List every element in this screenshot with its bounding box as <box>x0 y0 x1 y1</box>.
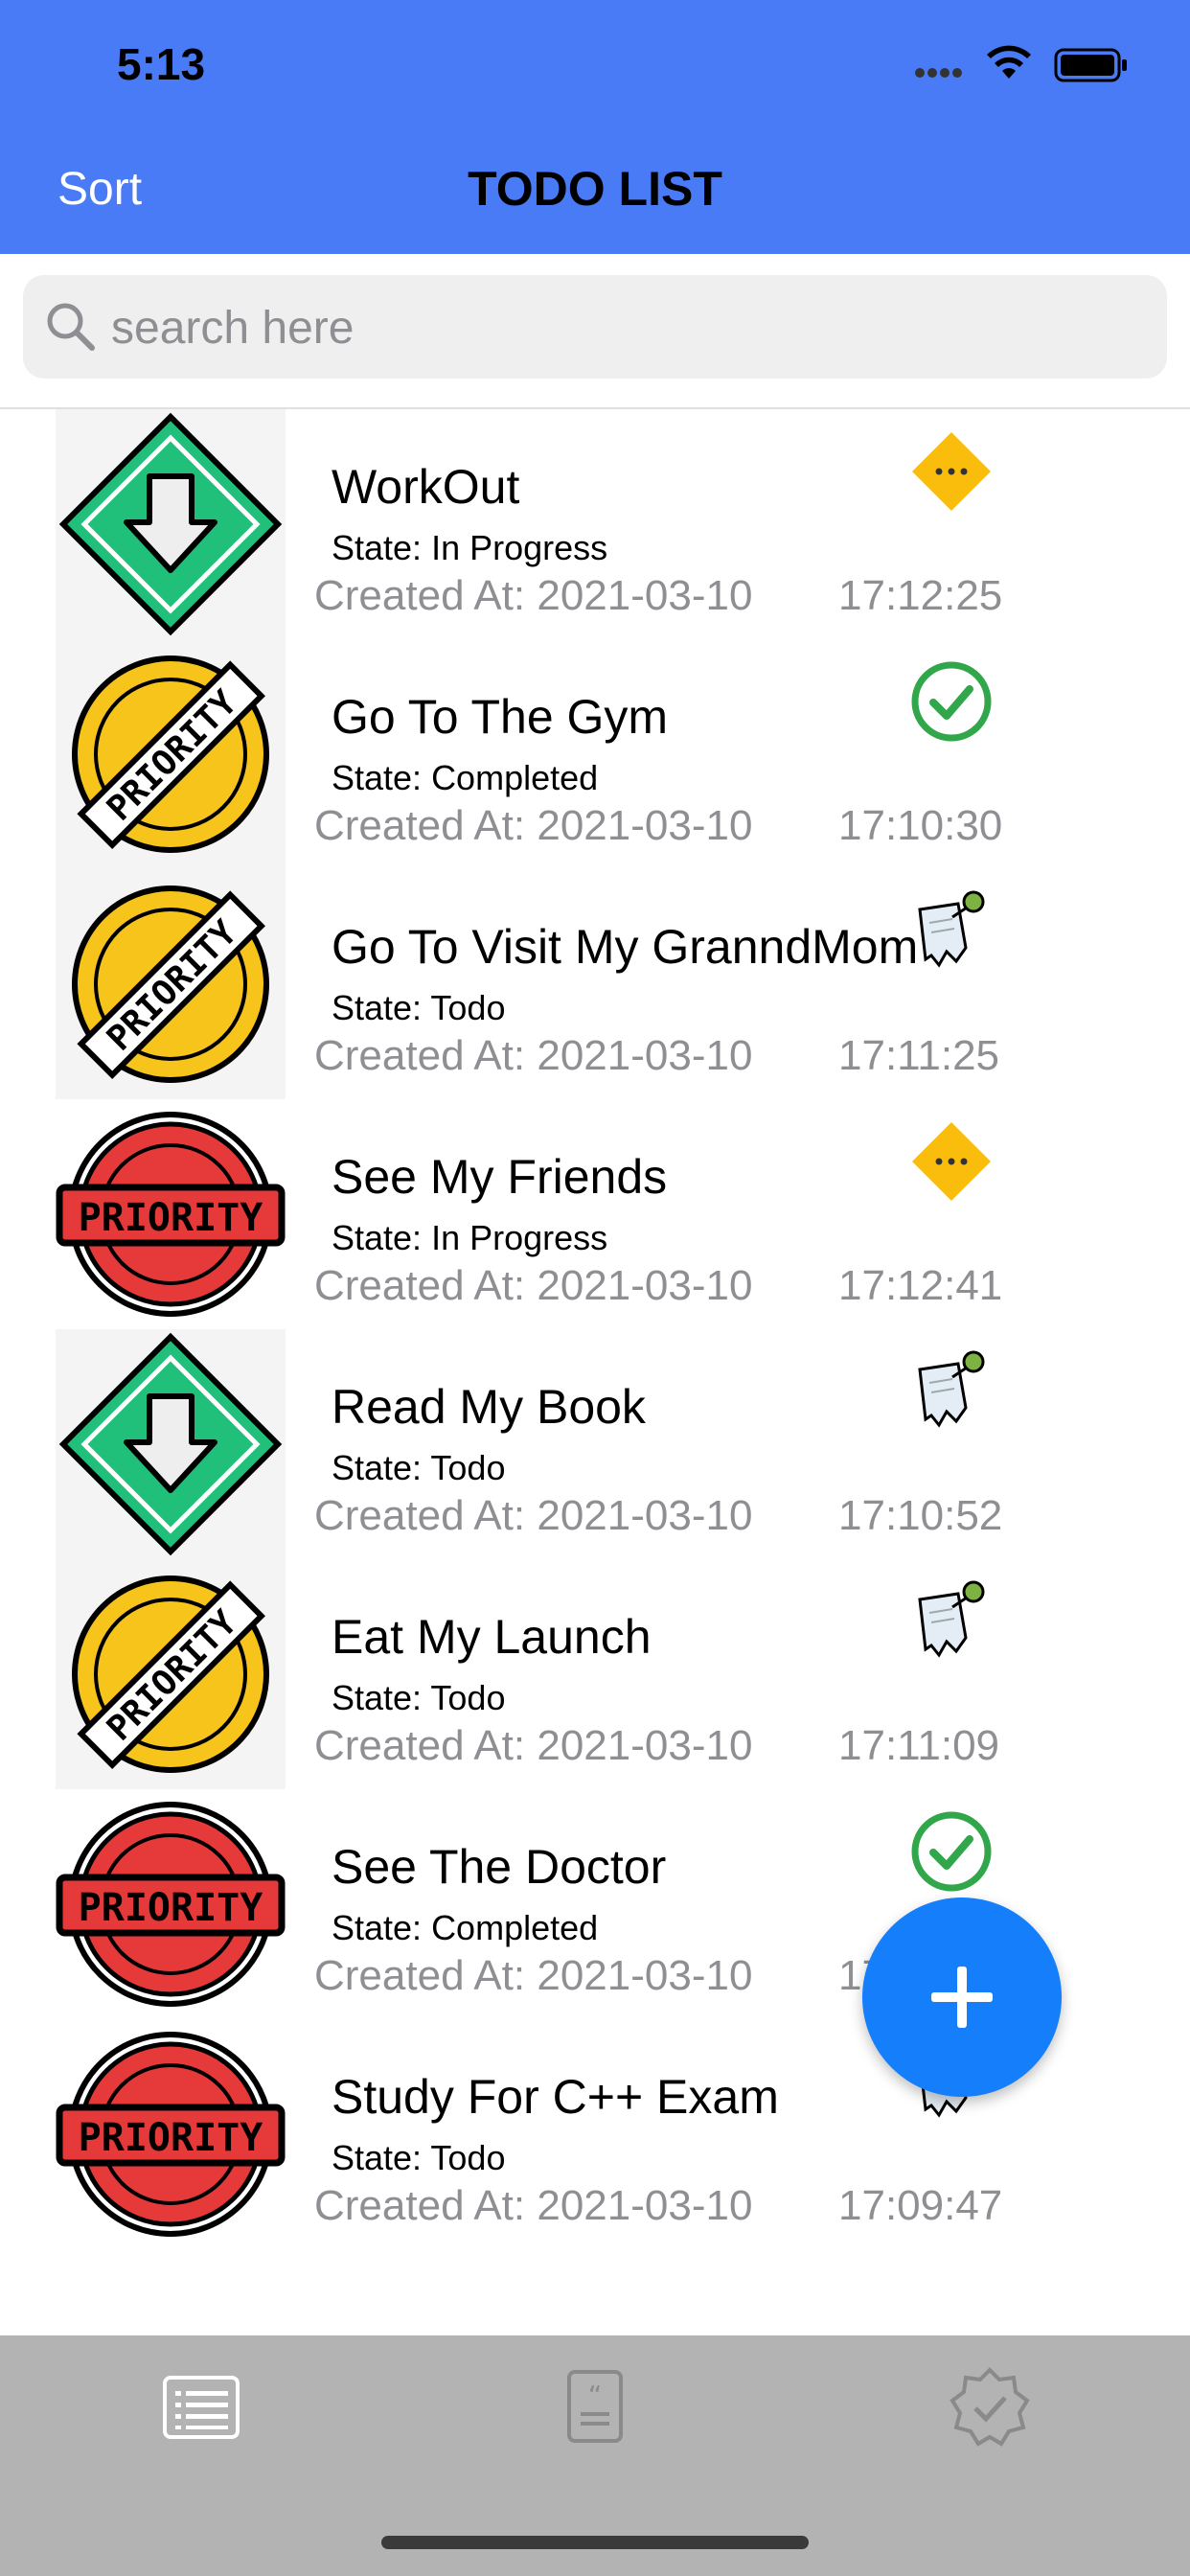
todo-title: WorkOut <box>332 460 520 514</box>
todo-title: Eat My Launch <box>332 1610 652 1664</box>
search-icon <box>47 303 95 351</box>
svg-text:PRIORITY: PRIORITY <box>79 1886 263 1930</box>
plus-icon <box>931 1966 993 2028</box>
in-progress-icon <box>908 428 995 515</box>
tab-list[interactable] <box>159 2364 245 2450</box>
green-down-arrow-icon <box>56 1329 286 1559</box>
todo-state: State: Completed <box>332 1908 599 1947</box>
todo-note-icon <box>908 1578 995 1665</box>
yellow-priority-badge-icon: PRIORITY <box>56 1559 286 1789</box>
todo-title: Go To Visit My GranndMom <box>332 920 919 974</box>
todo-created-time: 17:10:52 <box>838 1492 1003 1539</box>
todo-created-date: Created At: 2021-03-10 <box>314 2182 753 2229</box>
in-progress-icon <box>908 1118 995 1205</box>
wifi-icon <box>987 45 1031 79</box>
tab-completed[interactable] <box>947 2364 1033 2450</box>
todo-row[interactable]: WorkOut State: In Progress Created At: 2… <box>0 409 1190 639</box>
svg-text:PRIORITY: PRIORITY <box>79 2116 263 2160</box>
red-priority-badge-icon: PRIORITY <box>56 1099 286 1329</box>
svg-text:PRIORITY: PRIORITY <box>79 1196 263 1240</box>
tab-quotes[interactable]: “ <box>552 2364 638 2450</box>
todo-note-icon <box>908 1348 995 1435</box>
list-icon <box>163 2376 240 2439</box>
green-down-arrow-icon <box>56 409 286 639</box>
todo-created-time: 17:09:47 <box>838 2182 1003 2229</box>
todo-state: State: Todo <box>332 1448 506 1487</box>
yellow-priority-badge-icon: PRIORITY <box>56 639 286 869</box>
battery-icon <box>1054 48 1127 82</box>
todo-created-date: Created At: 2021-03-10 <box>314 1952 753 1999</box>
completed-icon <box>908 1808 995 1895</box>
todo-title: Study For C++ Exam <box>332 2070 779 2124</box>
todo-state: State: In Progress <box>332 1218 608 1257</box>
todo-created-date: Created At: 2021-03-10 <box>314 1262 753 1309</box>
todo-title: See The Doctor <box>332 1840 667 1894</box>
svg-text:“: “ <box>588 2380 603 2411</box>
todo-created-time: 17:12:25 <box>838 572 1003 619</box>
todo-title: Read My Book <box>332 1380 646 1434</box>
todo-created-date: Created At: 2021-03-10 <box>314 1032 753 1079</box>
todo-created-time: 17:11:09 <box>838 1722 1000 1769</box>
todo-state: State: Completed <box>332 758 599 797</box>
todo-state: State: In Progress <box>332 528 608 567</box>
navigation-header: 5:13 Sort TODO LIST <box>0 0 1190 254</box>
todo-title: See My Friends <box>332 1150 668 1204</box>
search-section <box>0 254 1190 409</box>
todo-state: State: Todo <box>332 1678 506 1717</box>
red-priority-badge-icon: PRIORITY <box>56 2019 286 2249</box>
todo-row[interactable]: Read My Book State: Todo Created At: 202… <box>0 1329 1190 1559</box>
todo-row[interactable]: PRIORITY Go To Visit My GranndMom State:… <box>0 869 1190 1099</box>
status-time: 5:13 <box>117 39 206 89</box>
verified-badge-icon <box>950 2367 1030 2447</box>
todo-created-time: 17:11:25 <box>838 1032 1000 1079</box>
add-todo-button[interactable] <box>862 1898 1062 2097</box>
todo-created-date: Created At: 2021-03-10 <box>314 802 753 849</box>
todo-created-date: Created At: 2021-03-10 <box>314 572 753 619</box>
todo-created-date: Created At: 2021-03-10 <box>314 1492 753 1539</box>
completed-icon <box>908 658 995 745</box>
quote-document-icon: “ <box>567 2370 623 2443</box>
cellular-signal-icon <box>915 65 965 82</box>
home-indicator <box>381 2536 809 2549</box>
todo-created-time: 17:10:30 <box>838 802 1003 849</box>
todo-row[interactable]: PRIORITY Go To The Gym State: Completed … <box>0 639 1190 869</box>
todo-row[interactable]: PRIORITY Eat My Launch State: Todo Creat… <box>0 1559 1190 1789</box>
page-title: TODO LIST <box>468 162 722 216</box>
todo-state: State: Todo <box>332 988 506 1027</box>
todo-created-time: 17:12:41 <box>838 1262 1003 1309</box>
todo-note-icon <box>908 888 995 975</box>
todo-title: Go To The Gym <box>332 690 669 744</box>
todo-created-date: Created At: 2021-03-10 <box>314 1722 753 1769</box>
todo-row[interactable]: PRIORITY See My Friends State: In Progre… <box>0 1099 1190 1329</box>
search-input[interactable] <box>109 275 1148 380</box>
yellow-priority-badge-icon: PRIORITY <box>56 869 286 1099</box>
todo-state: State: Todo <box>332 2138 506 2177</box>
search-bar[interactable] <box>23 275 1167 380</box>
red-priority-badge-icon: PRIORITY <box>56 1789 286 2019</box>
